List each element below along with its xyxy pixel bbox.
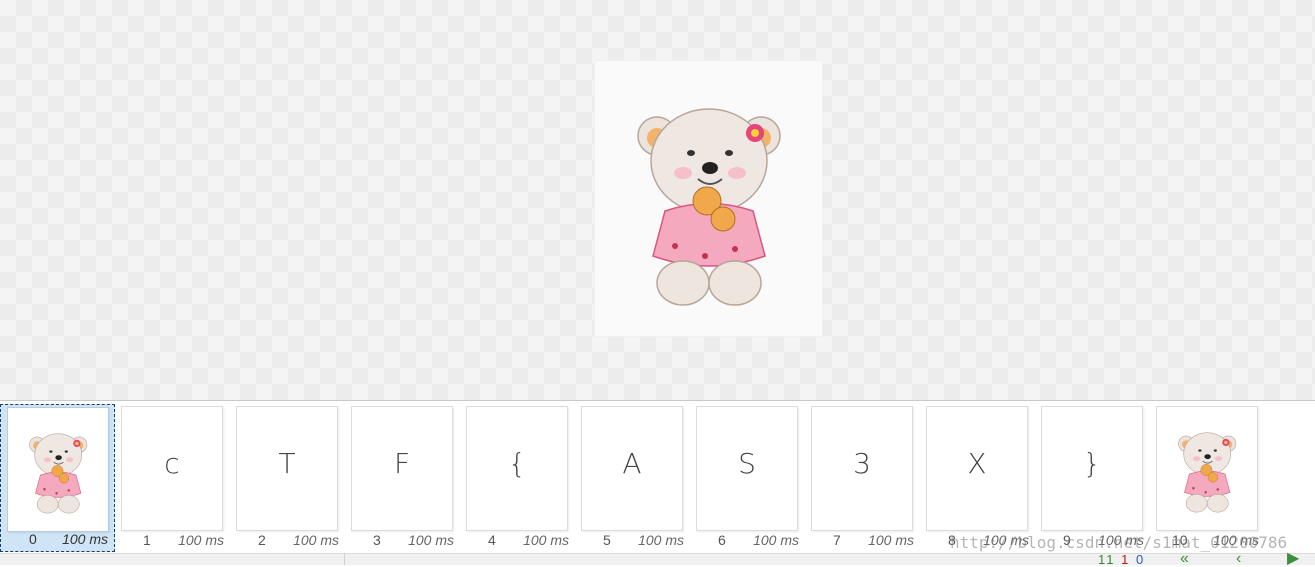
frame-glyph: A [622, 447, 642, 480]
frame-3[interactable]: F 3 100 ms [345, 404, 460, 552]
frame-index: 5 [603, 532, 611, 548]
frame-thumbnail: T [236, 406, 338, 531]
status-divider [344, 554, 345, 565]
frame-thumbnail: F [351, 406, 453, 531]
frame-duration[interactable]: 100 ms [293, 532, 339, 548]
frame-index: 6 [718, 532, 726, 548]
frame-glyph: S [738, 447, 756, 480]
frame-0[interactable]: 0 100 ms [0, 404, 115, 552]
preview-canvas [0, 0, 1315, 401]
frame-thumbnail: 3 [811, 406, 913, 531]
frame-glyph: { [508, 447, 526, 480]
frame-counts: 11 1 0 [1098, 552, 1145, 567]
frame-duration[interactable]: 100 ms [62, 531, 108, 547]
watermark: http://blog.csdn.net/s1mat_01200786 [950, 533, 1288, 552]
count-green: 11 [1098, 552, 1116, 567]
frame-10[interactable]: 10 100 ms [1150, 404, 1265, 552]
teddy-bear-image [12, 414, 104, 526]
frame-glyph: F [393, 447, 411, 480]
frame-glyph: } [1083, 447, 1101, 480]
frame-duration[interactable]: 100 ms [523, 532, 569, 548]
frame-thumbnail: S [696, 406, 798, 531]
frame-thumbnail: X [926, 406, 1028, 531]
frame-duration[interactable]: 100 ms [868, 532, 914, 548]
frame-2[interactable]: T 2 100 ms [230, 404, 345, 552]
frame-thumbnail: { [466, 406, 568, 531]
frame-7[interactable]: 3 7 100 ms [805, 404, 920, 552]
preview-image [595, 61, 822, 336]
frame-4[interactable]: { 4 100 ms [460, 404, 575, 552]
frame-thumbnail: c [121, 406, 223, 531]
teddy-bear-image [1161, 413, 1253, 525]
frame-9[interactable]: } 9 100 ms [1035, 404, 1150, 552]
count-red: 1 [1121, 552, 1131, 567]
frame-index: 4 [488, 532, 496, 548]
frame-6[interactable]: S 6 100 ms [690, 404, 805, 552]
frame-index: 2 [258, 532, 266, 548]
frame-thumbnail [1156, 406, 1258, 531]
status-bar: 11 1 0 « ‹ ▶ [0, 551, 1315, 567]
frame-duration[interactable]: 100 ms [178, 532, 224, 548]
frame-duration[interactable]: 100 ms [638, 532, 684, 548]
frame-duration[interactable]: 100 ms [753, 532, 799, 548]
frame-glyph: 3 [853, 447, 871, 480]
frame-glyph: X [967, 447, 987, 480]
play-right-icon[interactable]: ▶ [1287, 551, 1299, 567]
frame-index: 7 [833, 532, 841, 548]
frame-5[interactable]: A 5 100 ms [575, 404, 690, 552]
frame-thumbnail: A [581, 406, 683, 531]
frame-glyph: c [164, 447, 180, 480]
double-chevron-left-icon[interactable]: « [1180, 551, 1189, 567]
frame-duration[interactable]: 100 ms [408, 532, 454, 548]
frame-timeline: 0 100 ms c 1 100 ms T 2 100 ms F 3 100 m… [0, 401, 1315, 553]
count-blue: 0 [1135, 552, 1146, 567]
teddy-bear-image [595, 61, 822, 336]
frame-1[interactable]: c 1 100 ms [115, 404, 230, 552]
frame-index: 0 [29, 531, 37, 547]
frame-thumbnail [7, 407, 109, 532]
frame-thumbnail: } [1041, 406, 1143, 531]
frame-glyph: T [278, 447, 296, 480]
frame-8[interactable]: X 8 100 ms [920, 404, 1035, 552]
frame-index: 3 [373, 532, 381, 548]
frame-index: 1 [143, 532, 151, 548]
chevron-left-icon[interactable]: ‹ [1236, 551, 1241, 567]
